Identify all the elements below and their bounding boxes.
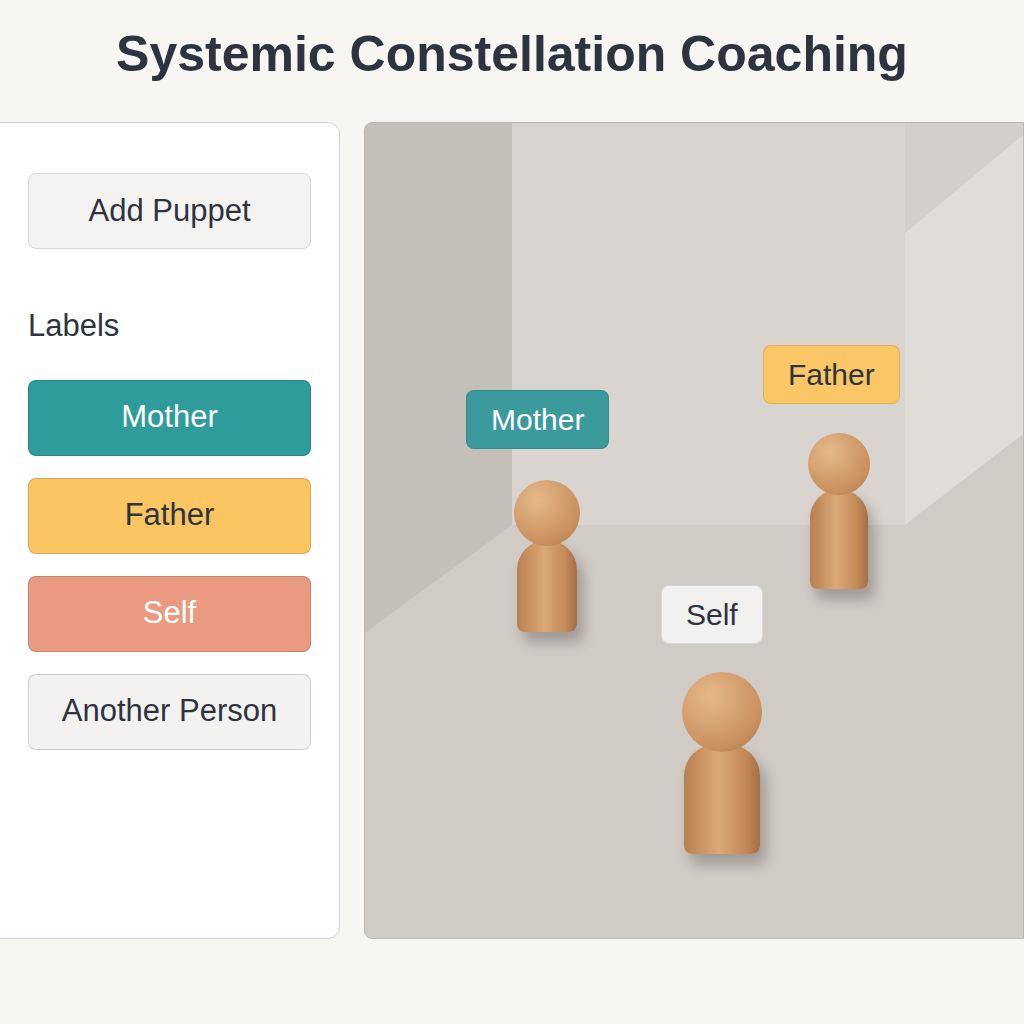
puppet[interactable] [682,672,762,854]
sidebar: Add Puppet Labels Mother Father Self Another … [0,122,340,939]
add-puppet-button[interactable]: Add Puppet [28,173,311,249]
label-button[interactable]: Father [28,478,311,554]
canvas[interactable]: Mother Father Self [364,122,1024,939]
puppet-label: Mother [466,390,609,449]
app: Systemic Constellation CoachingAdd Puppe… [0,0,1024,1024]
label-button[interactable]: Another Person [28,674,311,750]
labels-heading: Labels [28,303,311,350]
puppet[interactable] [808,433,870,589]
puppet-label: Self [661,585,763,644]
puppet-label: Father [763,345,900,404]
label-button[interactable]: Self [28,576,311,652]
page-title: Systemic Constellation Coaching [0,0,1024,122]
label-button[interactable]: Mother [28,380,311,456]
puppet[interactable] [514,480,580,632]
